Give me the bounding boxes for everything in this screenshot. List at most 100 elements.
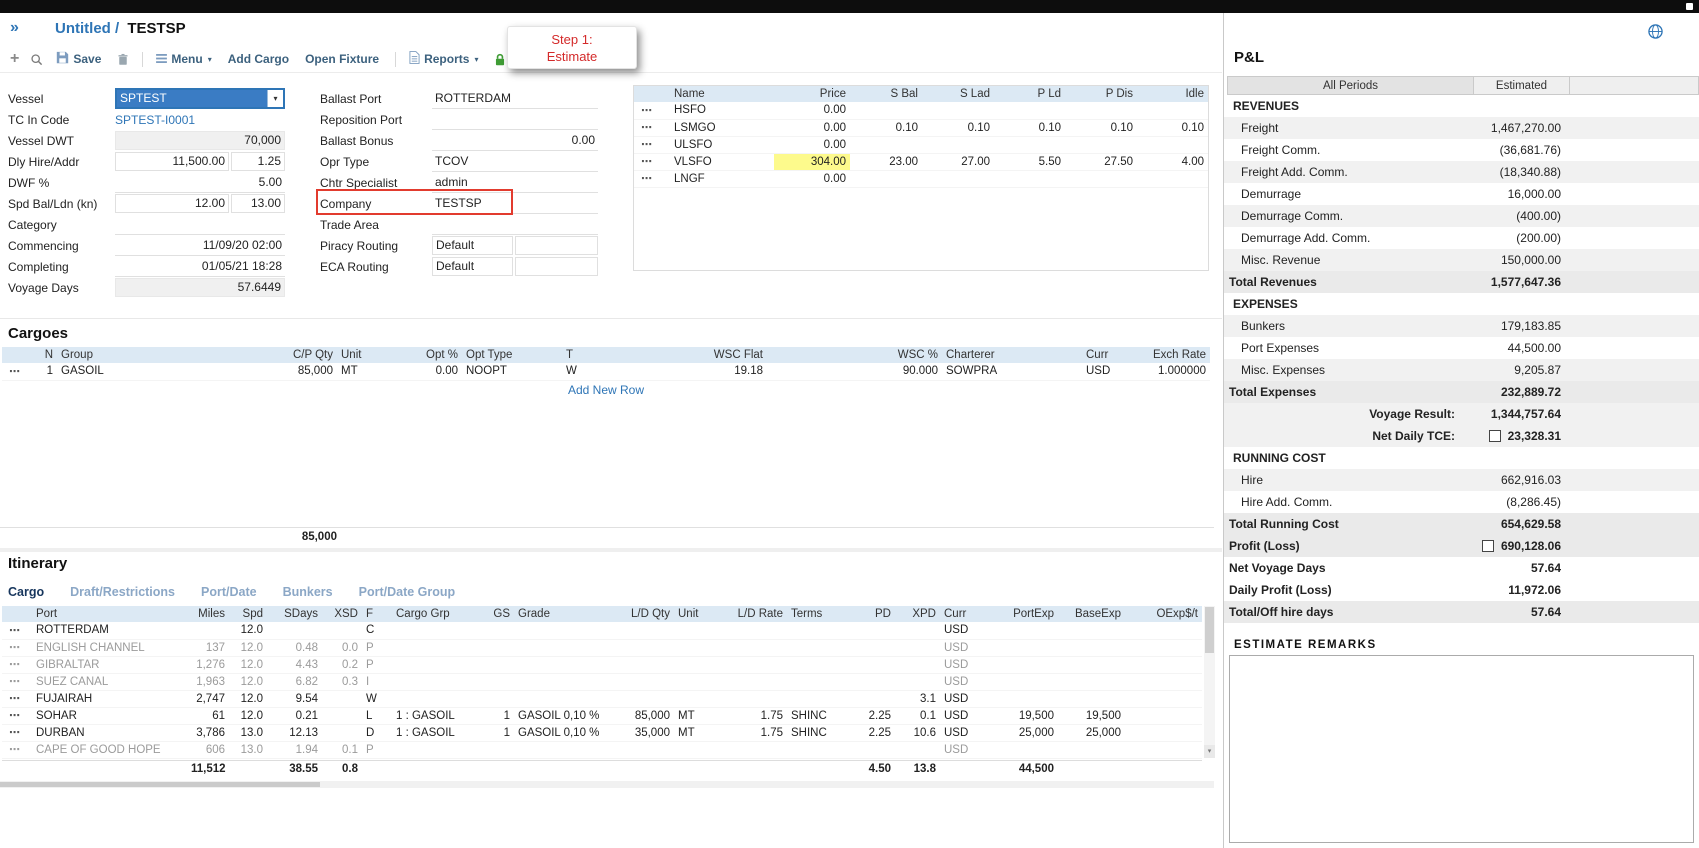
row-menu-icon[interactable]: ⋯ [634,102,670,119]
column-header-terms[interactable]: Terms [787,606,852,622]
row-menu-icon[interactable]: ⋯ [634,153,670,170]
opr-type-input[interactable]: TCOV [432,152,598,172]
table-row[interactable]: ⋯FUJAIRAH2,74712.09.54W3.1USD [2,690,1202,707]
row-menu-icon[interactable]: ⋯ [2,690,32,707]
column-header-baseexp[interactable]: BaseExp [1058,606,1125,622]
ballast-port-input[interactable]: ROTTERDAM [432,89,598,109]
row-menu-icon[interactable]: ⋯ [2,707,32,724]
eca-routing-select[interactable]: Default [432,257,513,276]
tab-cargo[interactable]: Cargo [8,585,44,599]
estimate-remarks-textarea[interactable] [1229,655,1694,843]
globe-icon[interactable] [1648,24,1663,42]
search-icon[interactable] [30,53,43,66]
vessel-dwt-input[interactable]: 70,000 [115,131,285,150]
window-menu-icon[interactable] [1686,3,1693,10]
eca-routing-extra-input[interactable] [515,257,598,276]
column-header-unit[interactable]: Unit [674,606,720,622]
column-header-p-ld[interactable]: P Ld [994,86,1065,102]
table-row[interactable]: ⋯ROTTERDAM12.0CUSD [2,622,1202,639]
horizontal-scrollbar[interactable] [0,781,1214,788]
column-header-group[interactable]: Group [57,347,257,363]
piracy-routing-extra-input[interactable] [515,236,598,255]
column-header-wsc-flat[interactable]: WSC Flat [607,347,767,363]
column-header-curr[interactable]: Curr [940,606,994,622]
column-header-exch-rate[interactable]: Exch Rate [1127,347,1210,363]
column-header-price[interactable]: Price [774,86,850,102]
addr-comm-input[interactable]: 1.25 [231,152,285,171]
row-menu-icon[interactable]: ⋯ [2,724,32,741]
scroll-down-icon[interactable]: ▾ [1204,745,1215,758]
trade-area-input[interactable] [432,215,598,235]
row-menu-icon[interactable]: ⋯ [2,639,32,656]
column-header-pd[interactable]: PD [852,606,895,622]
row-menu-icon[interactable]: ⋯ [2,656,32,673]
column-header-spd[interactable]: Spd [229,606,267,622]
spd-laden-input[interactable]: 13.00 [231,194,285,213]
column-header-wsc-pct[interactable]: WSC % [767,347,942,363]
pnl-col-all-periods[interactable]: All Periods [1227,76,1474,95]
column-header-charterer[interactable]: Charterer [942,347,1082,363]
table-row[interactable]: ⋯CAPE OF GOOD HOPE60613.01.940.1PUSD [2,741,1202,758]
column-header-ld-rate[interactable]: L/D Rate [720,606,787,622]
column-header-cargo-grp[interactable]: Cargo Grp [392,606,487,622]
tc-in-code-link[interactable]: SPTEST-I0001 [115,113,195,127]
column-header-portexp[interactable]: PortExp [994,606,1058,622]
column-header-port[interactable]: Port [32,606,187,622]
tab-port-date-group[interactable]: Port/Date Group [359,585,456,599]
column-header-grade[interactable]: Grade [514,606,622,622]
pnl-col-estimated[interactable]: Estimated [1474,76,1570,95]
table-row[interactable]: ⋯SUEZ CANAL1,96312.06.820.3IUSD [2,673,1202,690]
table-row[interactable]: ⋯ENGLISH CHANNEL13712.00.480.0PUSD [2,639,1202,656]
piracy-routing-select[interactable]: Default [432,236,513,255]
tab-port-date[interactable]: Port/Date [201,585,257,599]
category-input[interactable] [115,215,285,235]
row-menu-icon[interactable]: ⋯ [2,741,32,758]
save-button[interactable]: Save [56,51,101,67]
column-header-t[interactable]: T [562,347,607,363]
table-row[interactable]: ⋯SOHAR6112.00.21L1 : GASOIL1GASOIL 0,10 … [2,707,1202,724]
column-header-opt-type[interactable]: Opt Type [462,347,562,363]
column-header-xpd[interactable]: XPD [895,606,940,622]
column-header-s-bal[interactable]: S Bal [850,86,922,102]
column-header-idle[interactable]: Idle [1137,86,1208,102]
dwf-input[interactable]: 5.00 [115,173,285,193]
column-header-curr[interactable]: Curr [1082,347,1127,363]
dly-hire-input[interactable]: 11,500.00 [115,152,229,171]
column-header-oexp[interactable]: OExp$/t [1125,606,1202,622]
chtr-specialist-input[interactable]: admin [432,173,598,193]
column-header-name[interactable]: Name [670,86,774,102]
ballast-bonus-input[interactable]: 0.00 [432,131,598,151]
column-header-f[interactable]: F [362,606,392,622]
table-row[interactable]: ⋯LNGF0.00 [634,170,1208,187]
column-header-n[interactable]: N [32,347,57,363]
column-header-s-lad[interactable]: S Lad [922,86,994,102]
table-row[interactable]: ⋯HSFO0.00 [634,102,1208,119]
pnl-checkbox[interactable] [1482,540,1494,552]
itinerary-scrollbar[interactable]: ▾ [1204,606,1215,758]
vessel-dropdown[interactable]: SPTEST▾ [115,88,285,109]
table-row[interactable]: 11,51238.550.84.5013.844,500 [2,761,1202,778]
commencing-input[interactable]: 11/09/20 02:00 [115,236,285,256]
column-header-gs[interactable]: GS [487,606,514,622]
table-row[interactable]: ⋯ULSFO0.00 [634,136,1208,153]
column-header-sdays[interactable]: SDays [267,606,322,622]
tab-bunkers[interactable]: Bunkers [283,585,333,599]
table-row[interactable]: ⋯GIBRALTAR1,27612.04.430.2PUSD [2,656,1202,673]
add-cargo-button[interactable]: Add Cargo [228,52,289,66]
scrollbar-thumb[interactable] [1205,607,1214,653]
table-row[interactable]: ⋯LSMGO0.000.100.100.100.100.10 [634,119,1208,136]
column-header-ld-qty[interactable]: L/D Qty [622,606,674,622]
column-header-xsd[interactable]: XSD [322,606,362,622]
chevron-down-icon[interactable]: ▾ [267,90,283,107]
row-menu-icon[interactable]: ⋯ [2,673,32,690]
tab-draft-restrictions[interactable]: Draft/Restrictions [70,585,175,599]
delete-icon[interactable] [117,53,129,66]
table-row[interactable]: ⋯VLSFO304.0023.0027.005.5027.504.00 [634,153,1208,170]
column-header-unit[interactable]: Unit [337,347,387,363]
row-menu-icon[interactable]: ⋯ [2,622,32,639]
spd-ballast-input[interactable]: 12.00 [115,194,229,213]
table-row[interactable]: ⋯1GASOIL85,000MT0.00NOOPTW19.1890.000SOW… [2,363,1210,380]
column-header-opt-pct[interactable]: Opt % [387,347,462,363]
column-header-p-dis[interactable]: P Dis [1065,86,1137,102]
reports-button[interactable]: Reports ▾ [409,51,478,67]
